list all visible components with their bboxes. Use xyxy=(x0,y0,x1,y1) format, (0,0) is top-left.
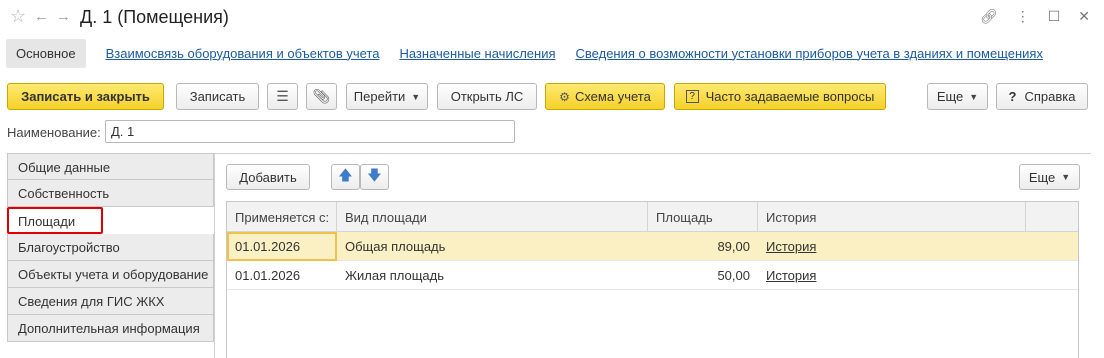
column-header[interactable]: История xyxy=(758,202,1026,232)
arrow-down-icon: 🡇 xyxy=(367,167,382,183)
paperclip-icon: 📎︎ xyxy=(312,88,331,104)
column-header[interactable]: Вид площади xyxy=(337,202,648,232)
faq-button[interactable]: ? Часто задаваемые вопросы xyxy=(674,83,886,110)
sidebar-item-ownership[interactable]: Собственность xyxy=(7,180,214,207)
sidebar-item-objects[interactable]: Объекты учета и оборудование xyxy=(7,261,214,288)
sidebar-item-amenities[interactable]: Благоустройство xyxy=(7,234,214,261)
history-link[interactable]: История xyxy=(758,232,1026,261)
add-button[interactable]: Добавить xyxy=(226,164,310,190)
more-dropdown-button[interactable]: Еще ▼ xyxy=(927,83,988,110)
command-bar: Записать и закрыть Записать ☰ 📎︎ Перейти… xyxy=(7,83,1097,111)
list-icon: ☰ xyxy=(276,88,289,104)
date-cell[interactable]: 01.01.2026 xyxy=(227,232,337,261)
move-down-button[interactable]: 🡇 xyxy=(360,164,389,190)
help-label: Справка xyxy=(1024,89,1076,104)
back-arrow-icon[interactable]: ← xyxy=(34,8,49,25)
sidebar-item-gis[interactable]: Сведения для ГИС ЖКХ xyxy=(7,288,214,315)
column-header[interactable]: Применяется с: xyxy=(227,202,337,232)
maximize-icon[interactable]: ☐ xyxy=(1048,8,1061,25)
forward-arrow-icon[interactable]: → xyxy=(56,8,71,25)
chevron-down-icon: ▼ xyxy=(969,91,979,102)
column-header-empty xyxy=(1026,202,1078,232)
window-controls: 🔗︎ ⋮ ☐ ✕ xyxy=(980,8,1090,25)
type-cell[interactable]: Общая площадь xyxy=(337,232,648,261)
panel-more-label: Еще xyxy=(1028,169,1056,185)
list-report-button[interactable]: ☰ xyxy=(267,83,298,110)
column-header[interactable]: Площадь xyxy=(648,202,758,232)
name-input[interactable] xyxy=(105,120,515,143)
goto-dropdown-button[interactable]: Перейти ▼ xyxy=(346,83,428,110)
save-close-button[interactable]: Записать и закрыть xyxy=(7,83,164,110)
areas-panel: Добавить 🡅 🡇 Еще ▼ Применяется с: Вид пло… xyxy=(214,153,1091,358)
tab-meters-info-link[interactable]: Сведения о возможности установки приборо… xyxy=(576,46,1043,61)
chevron-down-icon: ▼ xyxy=(1061,172,1071,182)
areas-table: Применяется с: Вид площади Площадь Истор… xyxy=(226,201,1079,358)
favorite-star-icon[interactable]: ☆ xyxy=(10,6,26,27)
arrow-up-icon: 🡅 xyxy=(338,167,353,183)
title-bar: ☆ ← → Д. 1 (Помещения) 🔗︎ ⋮ ☐ ✕ xyxy=(0,0,1104,34)
chevron-down-icon: ▼ xyxy=(411,91,421,102)
more-label: Еще xyxy=(936,89,964,104)
hierarchy-icon: ⚙ xyxy=(559,89,570,104)
tab-main[interactable]: Основное xyxy=(6,38,86,68)
move-up-button[interactable]: 🡅 xyxy=(331,164,360,190)
scheme-button[interactable]: ⚙ Схема учета xyxy=(545,83,665,110)
name-field-row: Наименование: xyxy=(7,120,515,144)
faq-label: Часто задаваемые вопросы xyxy=(705,89,875,104)
history-link[interactable]: История xyxy=(758,261,1026,290)
goto-label: Перейти xyxy=(353,89,406,104)
section-sidebar: Общие данные Собственность Площади Благо… xyxy=(7,153,214,342)
panel-more-button[interactable]: Еще ▼ xyxy=(1019,164,1080,190)
section-tabs: Основное Взаимосвязь оборудования и объе… xyxy=(6,38,1043,68)
table-header: Применяется с: Вид площади Площадь Истор… xyxy=(227,202,1078,232)
area-cell[interactable]: 89,00 xyxy=(648,232,758,261)
tab-equipment-link[interactable]: Взаимосвязь оборудования и объектов учет… xyxy=(106,46,380,61)
table-row[interactable]: 01.01.2026 Общая площадь 89,00 История xyxy=(227,232,1078,261)
save-button[interactable]: Записать xyxy=(176,83,259,110)
sidebar-item-general[interactable]: Общие данные xyxy=(7,153,214,180)
close-icon[interactable]: ✕ xyxy=(1078,8,1090,25)
more-vertical-icon[interactable]: ⋮ xyxy=(1016,8,1030,25)
sidebar-item-additional[interactable]: Дополнительная информация xyxy=(7,315,214,342)
sidebar-item-areas[interactable]: Площади xyxy=(7,207,103,234)
help-icon: ? xyxy=(1008,89,1017,104)
type-cell[interactable]: Жилая площадь xyxy=(337,261,648,290)
name-label: Наименование: xyxy=(7,124,101,140)
window-title: Д. 1 (Помещения) xyxy=(80,7,229,27)
tab-charges-link[interactable]: Назначенные начисления xyxy=(399,46,555,61)
question-icon: ? xyxy=(685,90,699,103)
open-ls-button[interactable]: Открыть ЛС xyxy=(437,83,537,110)
date-cell[interactable]: 01.01.2026 xyxy=(227,261,337,290)
attach-button[interactable]: 📎︎ xyxy=(306,83,337,110)
scheme-label: Схема учета xyxy=(574,89,651,104)
link-icon[interactable]: 🔗︎ xyxy=(980,8,998,25)
area-cell[interactable]: 50,00 xyxy=(648,261,758,290)
help-button[interactable]: ? Справка xyxy=(996,83,1088,110)
table-row[interactable]: 01.01.2026 Жилая площадь 50,00 История xyxy=(227,261,1078,290)
